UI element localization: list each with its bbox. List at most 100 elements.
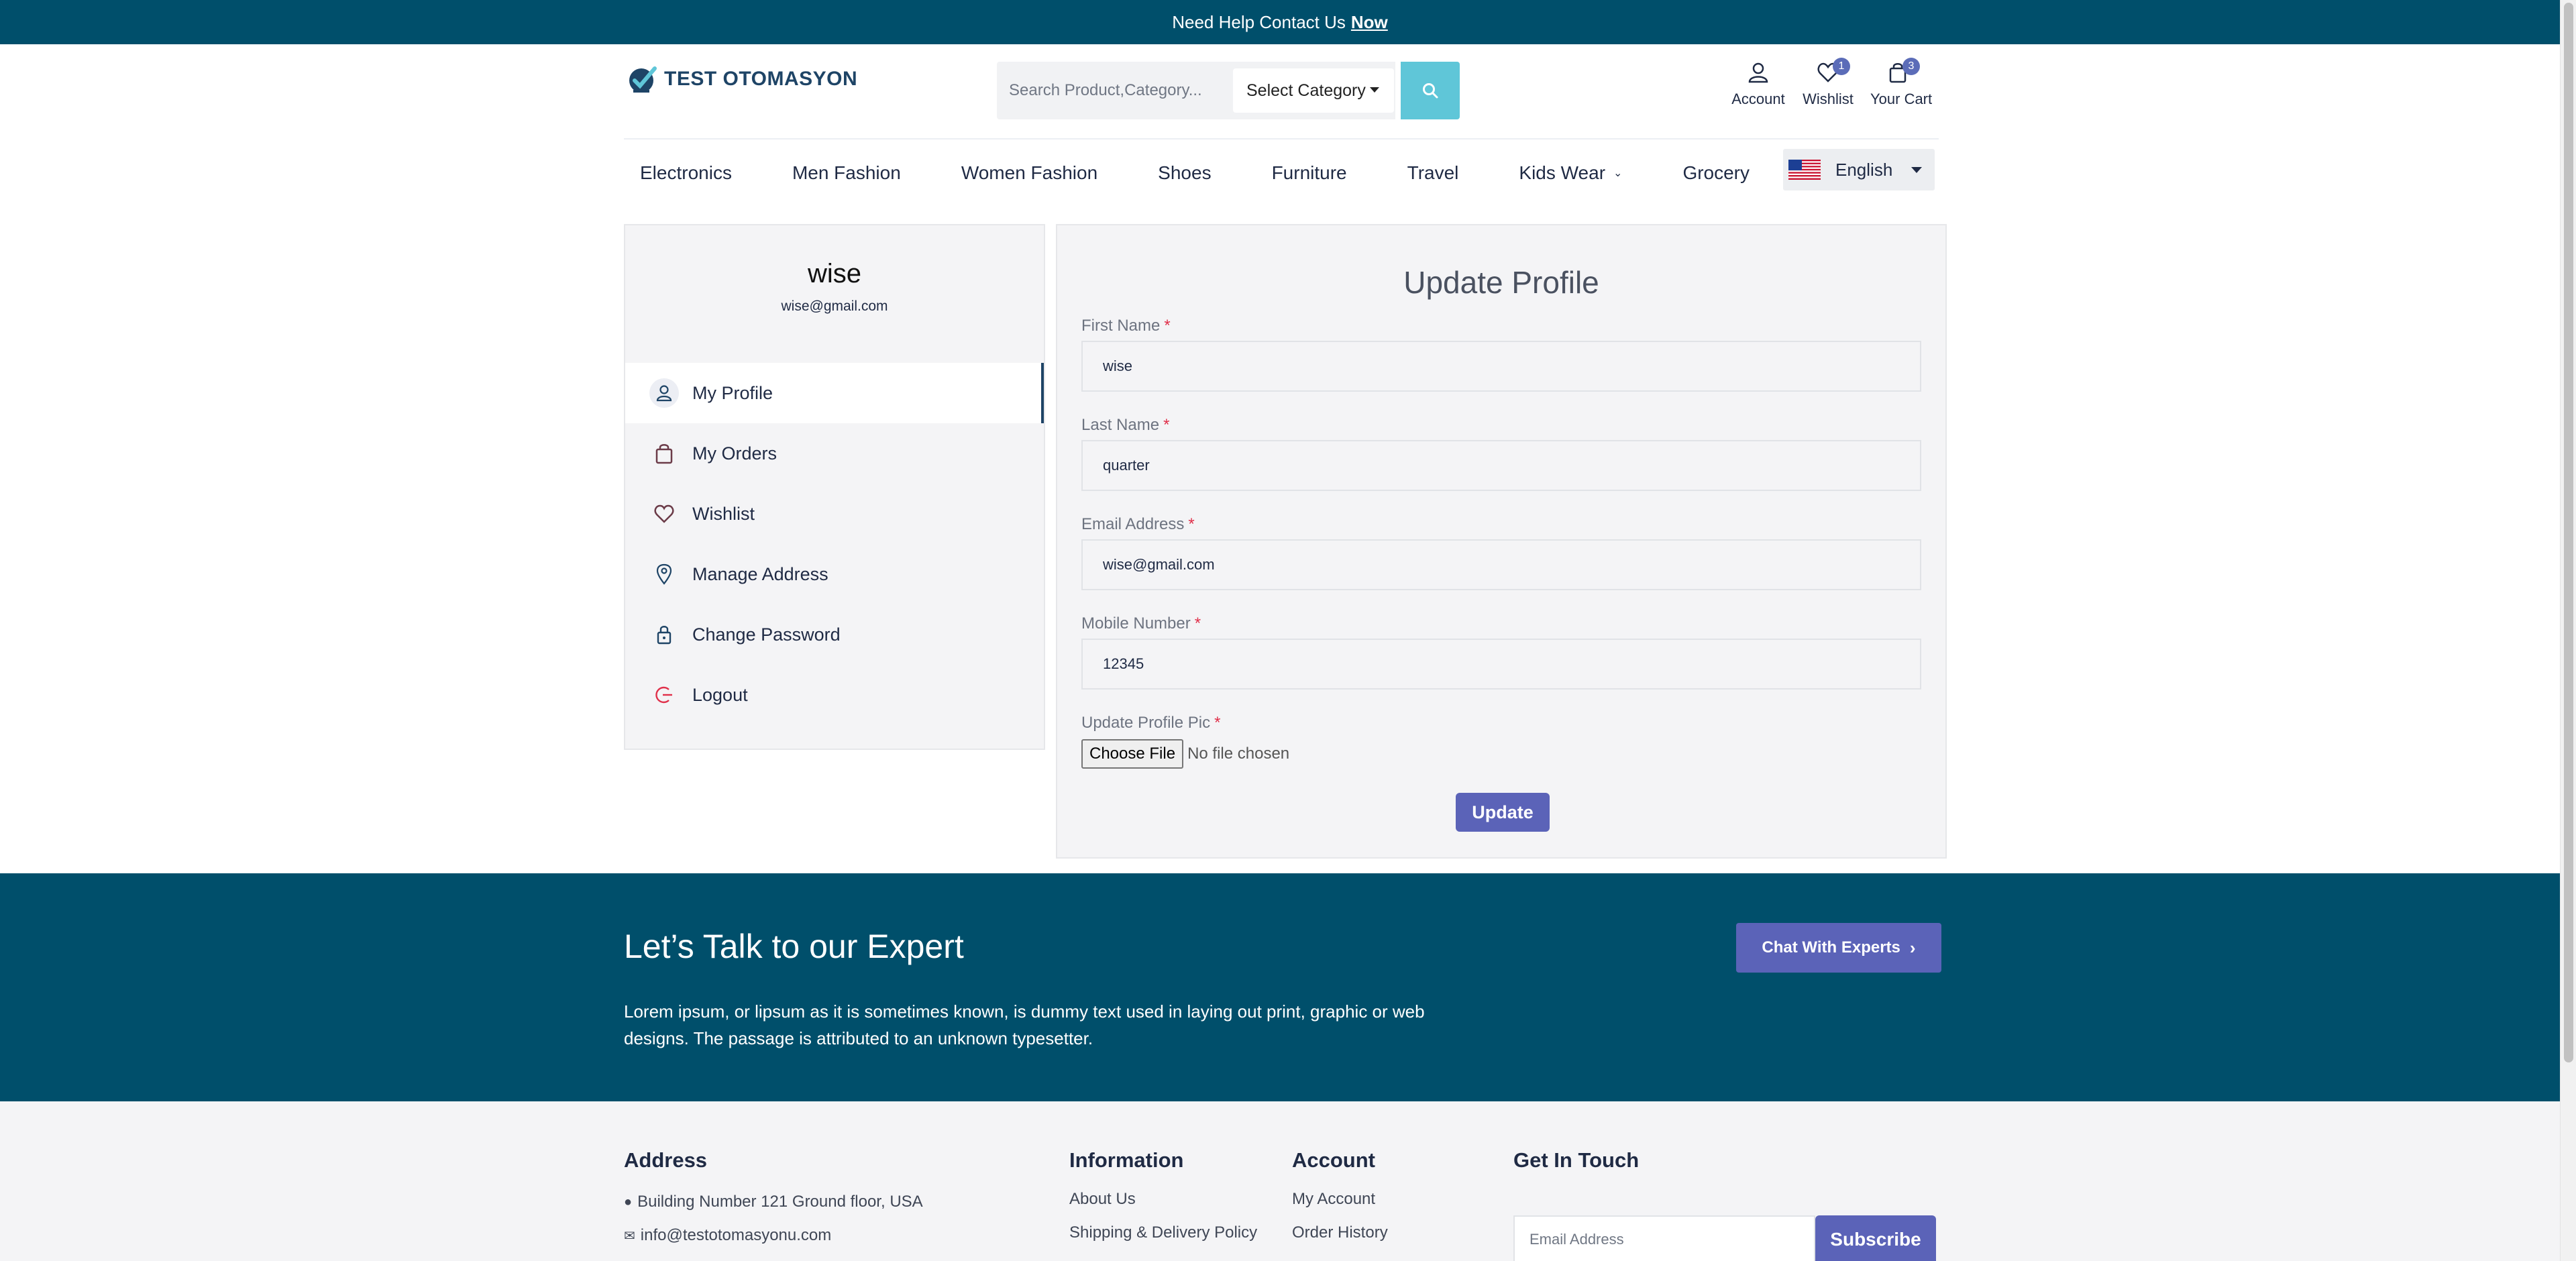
last-name-field[interactable]: quarter (1081, 440, 1921, 491)
category-nav: Electronics Men Fashion Women Fashion Sh… (624, 140, 1939, 207)
subscribe-button[interactable]: Subscribe (1815, 1215, 1936, 1261)
search-input[interactable]: Search Product,Category... Select Catego… (997, 62, 1396, 119)
sidebar-item-label: Change Password (692, 624, 841, 645)
sidebar-item-label: My Orders (692, 443, 777, 463)
us-flag-icon (1788, 160, 1821, 180)
page-title: Update Profile (1403, 265, 1599, 300)
choose-file-button[interactable]: Choose File (1081, 739, 1184, 769)
first-name-field[interactable]: wise (1081, 341, 1921, 392)
search-button[interactable] (1401, 62, 1460, 119)
logo-icon (625, 62, 660, 97)
caret-down-icon (1370, 87, 1379, 93)
chat-with-experts-button[interactable]: Chat With Experts › (1736, 923, 1941, 973)
help-bar: Need Help Contact Us Now (0, 0, 2560, 44)
first-name-label: First Name * (1081, 317, 1171, 335)
map-pin-icon: ● (624, 1194, 633, 1209)
sidebar-item-manage-address[interactable]: Manage Address (625, 544, 1044, 604)
sidebar-item-label: Manage Address (692, 563, 828, 584)
sidebar-item-label: Logout (692, 684, 748, 705)
expert-banner: Let’s Talk to our Expert Lorem ipsum, or… (0, 873, 2560, 1101)
profile-pic-label: Update Profile Pic * (1081, 714, 1221, 732)
cart-label: Your Cart (1870, 91, 1933, 107)
nav-item-grocery[interactable]: Grocery (1682, 162, 1750, 184)
sidebar-item-label: Wishlist (692, 503, 755, 524)
sidebar-item-my-profile[interactable]: My Profile (625, 363, 1044, 423)
bag-icon (649, 439, 679, 468)
profile-email: wise@gmail.com (781, 298, 888, 314)
sidebar-item-my-orders[interactable]: My Orders (625, 423, 1044, 484)
profile-username: wise (807, 259, 862, 288)
footer-link-about-us[interactable]: About Us (1069, 1190, 1257, 1209)
heart-icon (649, 499, 679, 529)
first-name-group: First Name * wise (1081, 317, 1921, 392)
expert-description: Lorem ipsum, or lipsum as it is sometime… (624, 1001, 1425, 1048)
profile-pic-group: Update Profile Pic * Choose File No file … (1081, 714, 1921, 769)
last-name-label: Last Name * (1081, 416, 1170, 434)
language-label: English (1835, 159, 1893, 180)
wishlist-link[interactable]: 1 Wishlist (1801, 58, 1856, 108)
nav-item-women-fashion[interactable]: Women Fashion (961, 162, 1097, 184)
footer-account: Account My Account Order History (1292, 1148, 1388, 1242)
user-icon (649, 378, 679, 408)
chevron-down-icon: ⌄ (1613, 168, 1623, 179)
search-icon (1423, 83, 1438, 99)
subscribe-form: Email Address Subscribe (1513, 1215, 1936, 1261)
contact-now-link[interactable]: Now (1351, 12, 1388, 33)
last-name-group: Last Name * quarter (1081, 416, 1921, 491)
mobile-group: Mobile Number * 12345 (1081, 614, 1921, 690)
footer-get-in-touch: Get In Touch (1513, 1148, 1639, 1172)
footer-link-my-account[interactable]: My Account (1292, 1190, 1388, 1209)
sidebar-item-wishlist[interactable]: Wishlist (625, 484, 1044, 544)
scrollbar-thumb[interactable] (2564, 3, 2573, 1062)
search-placeholder: Search Product,Category... (1009, 81, 1202, 99)
update-profile-panel: Update Profile First Name * wise Last Nam… (1056, 224, 1947, 859)
email-group: Email Address * wise@gmail.com (1081, 515, 1921, 590)
page: Need Help Contact Us Now TEST OTOMASYON … (0, 0, 2560, 1261)
mobile-label: Mobile Number * (1081, 614, 1201, 633)
nav-item-kids-wear-label: Kids Wear (1519, 162, 1606, 183)
page-scrollbar[interactable] (2560, 0, 2576, 1261)
chat-button-label: Chat With Experts (1762, 938, 1900, 956)
lock-icon (649, 620, 679, 649)
nav-item-men-fashion[interactable]: Men Fashion (792, 162, 901, 184)
cart-badge: 3 (1902, 58, 1920, 75)
nav-item-shoes[interactable]: Shoes (1158, 162, 1211, 184)
wishlist-badge: 1 (1833, 58, 1850, 75)
category-select[interactable]: Select Category (1233, 68, 1394, 113)
mobile-field[interactable]: 12345 (1081, 639, 1921, 690)
header-icons: Account 1 Wishlist 3 Your Cart (1731, 58, 1933, 108)
category-select-label: Select Category (1246, 80, 1366, 100)
search-bar: Search Product,Category... Select Catego… (997, 62, 1460, 119)
account-link[interactable]: Account (1731, 60, 1786, 108)
nav-item-travel[interactable]: Travel (1407, 162, 1459, 184)
logo[interactable]: TEST OTOMASYON (625, 62, 857, 97)
cart-link[interactable]: 3 Your Cart (1870, 58, 1933, 108)
footer-link-order-history[interactable]: Order History (1292, 1223, 1388, 1242)
chevron-right-icon: › (1909, 937, 1916, 958)
update-button[interactable]: Update (1456, 793, 1550, 832)
help-text: Need Help Contact Us (1172, 11, 1346, 32)
footer-email-line[interactable]: ✉ info@testotomasyonu.com (624, 1226, 923, 1245)
caret-down-icon (1911, 166, 1923, 173)
nav-item-furniture[interactable]: Furniture (1272, 162, 1347, 184)
wishlist-label: Wishlist (1803, 91, 1854, 107)
sidebar-item-change-password[interactable]: Change Password (625, 604, 1044, 665)
email-field[interactable]: wise@gmail.com (1081, 539, 1921, 590)
footer-address: Address ● Building Number 121 Ground flo… (624, 1148, 923, 1245)
map-pin-icon (649, 559, 679, 589)
logout-icon (649, 680, 679, 710)
nav-item-electronics[interactable]: Electronics (640, 162, 732, 184)
nav-item-kids-wear[interactable]: Kids Wear ⌄ (1519, 162, 1622, 184)
newsletter-email-input[interactable]: Email Address (1513, 1215, 1815, 1261)
footer-address-title: Address (624, 1148, 708, 1172)
footer-information: Information About Us Shipping & Delivery… (1069, 1148, 1257, 1242)
file-status: No file chosen (1187, 745, 1290, 763)
footer-contact-title: Get In Touch (1513, 1148, 1640, 1172)
header: TEST OTOMASYON Search Product,Category..… (624, 44, 1939, 140)
footer-link-shipping-policy[interactable]: Shipping & Delivery Policy (1069, 1223, 1257, 1242)
sidebar-item-logout[interactable]: Logout (625, 665, 1044, 725)
footer: Address ● Building Number 121 Ground flo… (0, 1101, 2560, 1261)
language-select[interactable]: English (1783, 149, 1935, 190)
account-sidebar: wise wise@gmail.com My Profile My Orders… (624, 224, 1045, 750)
expert-title: Let’s Talk to our Expert (624, 928, 964, 965)
